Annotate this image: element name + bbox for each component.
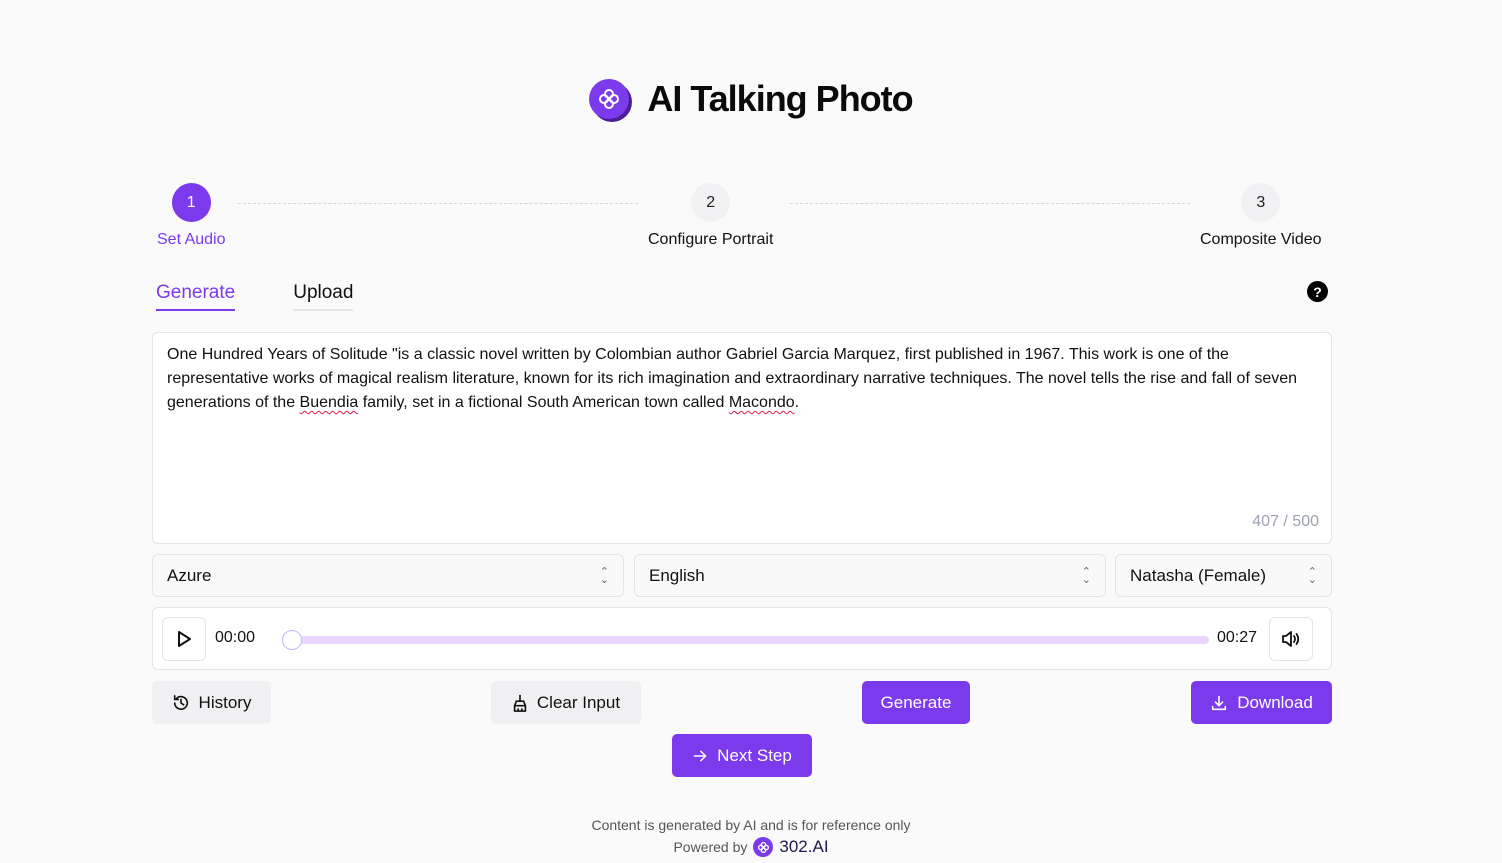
next-step-button[interactable]: Next Step — [672, 734, 812, 777]
current-time: 00:00 — [215, 629, 256, 646]
powered-by: Powered by 302.AI — [673, 837, 829, 857]
arrow-right-icon — [693, 749, 707, 762]
play-button[interactable] — [162, 617, 206, 661]
misspelled-word: Buendia — [299, 394, 359, 411]
help-icon[interactable]: ? — [1307, 281, 1328, 302]
progress-thumb[interactable] — [282, 630, 302, 650]
tab-bar: Generate Upload — [156, 282, 354, 311]
voice-value: Natasha (Female) — [1130, 565, 1267, 585]
provider-value: Azure — [167, 565, 212, 585]
step-number: 3 — [1241, 183, 1281, 222]
step-set-audio[interactable]: 1 Set Audio — [157, 183, 226, 249]
text-input-content[interactable]: One Hundred Years of Solitude "is a clas… — [167, 343, 1313, 415]
history-button[interactable]: History — [152, 681, 271, 724]
disclaimer: Content is generated by AI and is for re… — [591, 817, 911, 833]
provider-select[interactable]: Azure ⌃ ⌄ — [152, 554, 624, 597]
text-input[interactable]: One Hundred Years of Solitude "is a clas… — [152, 332, 1332, 544]
broom-icon — [513, 694, 527, 712]
flower-icon — [589, 79, 630, 119]
stepper: 1 Set Audio 2 Configure Portrait 3 Compo… — [152, 183, 1332, 253]
tab-generate[interactable]: Generate — [156, 282, 236, 311]
step-connector — [790, 203, 1190, 204]
voice-select[interactable]: Natasha (Female) ⌃ ⌄ — [1115, 554, 1332, 597]
language-value: English — [649, 565, 705, 585]
step-label: Set Audio — [157, 231, 226, 248]
brand-link[interactable]: 302.AI — [779, 837, 828, 857]
volume-button[interactable] — [1269, 617, 1313, 661]
page-title: AI Talking Photo — [647, 78, 913, 119]
chevron-up-down-icon: ⌃ ⌄ — [1081, 565, 1091, 586]
download-button[interactable]: Download — [1191, 681, 1332, 724]
history-icon — [173, 694, 188, 710]
step-connector — [238, 203, 638, 204]
step-configure-portrait[interactable]: 2 Configure Portrait — [648, 183, 773, 249]
audio-player: 00:00 00:27 — [152, 607, 1332, 670]
misspelled-word: Macondo — [728, 394, 795, 411]
download-icon — [1212, 695, 1227, 710]
chevron-up-down-icon: ⌃ ⌄ — [599, 565, 609, 586]
302ai-logo-icon — [753, 837, 774, 857]
progress-track[interactable] — [291, 636, 1209, 644]
character-counter: 407 / 500 — [1252, 513, 1319, 530]
volume-icon — [1282, 631, 1300, 647]
clear-input-button[interactable]: Clear Input — [491, 681, 641, 724]
step-label: Configure Portrait — [648, 231, 774, 248]
duration: 00:27 — [1217, 629, 1258, 646]
generate-button[interactable]: Generate — [862, 681, 970, 724]
step-number: 1 — [171, 183, 211, 222]
play-icon — [178, 631, 191, 647]
step-composite-video[interactable]: 3 Composite Video — [1200, 183, 1322, 249]
step-label: Composite Video — [1200, 231, 1322, 248]
header: AI Talking Photo — [0, 78, 1502, 120]
tab-upload[interactable]: Upload — [293, 282, 354, 311]
chevron-up-down-icon: ⌃ ⌄ — [1307, 565, 1317, 586]
step-number: 2 — [691, 183, 731, 222]
language-select[interactable]: English ⌃ ⌄ — [634, 554, 1106, 597]
